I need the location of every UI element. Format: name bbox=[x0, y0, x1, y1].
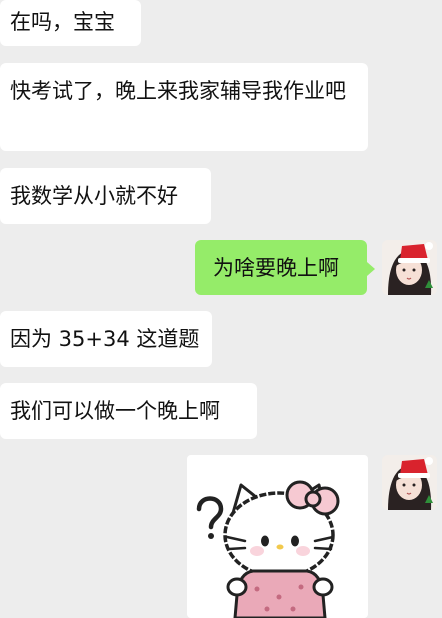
avatar-image bbox=[382, 240, 437, 295]
message-text-4: 为啥要晚上啊 bbox=[213, 256, 339, 280]
message-text-5: 因为 35+34 这道题 bbox=[10, 327, 200, 351]
message-bubble-6[interactable]: 我们可以做一个晚上啊 bbox=[0, 383, 257, 439]
message-bubble-1[interactable]: 在吗，宝宝 bbox=[0, 0, 141, 46]
avatar[interactable] bbox=[382, 240, 437, 295]
message-text-3: 我数学从小就不好 bbox=[10, 184, 178, 208]
avatar[interactable] bbox=[382, 455, 437, 510]
message-text-2: 快考试了，晚上来我家辅导我作业吧 bbox=[10, 79, 346, 103]
message-bubble-5[interactable]: 因为 35+34 这道题 bbox=[0, 311, 212, 367]
message-text-1: 在吗，宝宝 bbox=[10, 10, 115, 34]
message-bubble-3[interactable]: 我数学从小就不好 bbox=[0, 168, 211, 224]
message-bubble-2[interactable]: 快考试了，晚上来我家辅导我作业吧 bbox=[0, 63, 368, 151]
message-bubble-4[interactable]: 为啥要晚上啊 bbox=[195, 240, 375, 295]
hello-kitty-icon bbox=[196, 480, 340, 618]
hello-kitty-question-sticker[interactable] bbox=[187, 455, 368, 618]
avatar-image bbox=[382, 455, 437, 510]
message-text-6: 我们可以做一个晚上啊 bbox=[10, 399, 220, 423]
